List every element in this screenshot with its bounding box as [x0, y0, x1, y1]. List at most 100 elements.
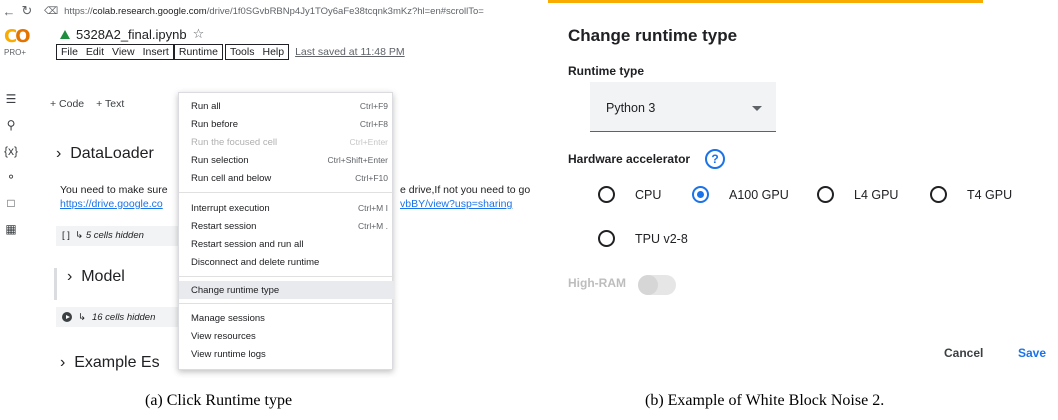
cancel-button[interactable]: Cancel	[944, 346, 983, 360]
colab-screenshot-panel: ← ↻ ⌫ https://colab.research.google.com/…	[0, 0, 530, 378]
markdown-text-left: You need to make sure	[60, 184, 168, 196]
menu-item-run-selection[interactable]: Run selection Ctrl+Shift+Enter	[179, 151, 394, 169]
colab-logo-icon: CO	[4, 26, 31, 47]
radio-l4-gpu[interactable]: L4 GPU	[817, 186, 898, 203]
menu-insert[interactable]: Insert	[139, 45, 173, 59]
menu-runtime[interactable]: Runtime	[173, 44, 223, 60]
section-example[interactable]: › Example Es	[60, 354, 160, 372]
radio-button-icon	[817, 186, 834, 203]
menu-group-right: Tools Help	[224, 44, 290, 60]
menu-item-run-all[interactable]: Run all Ctrl+F9	[179, 97, 394, 115]
colab-logo[interactable]: CO PRO+	[4, 26, 40, 58]
menu-item-restart-and-run-all[interactable]: Restart session and run all	[179, 235, 394, 253]
hardware-accelerator-label: Hardware accelerator	[568, 152, 691, 166]
menu-group-left: File Edit View Insert	[56, 44, 174, 60]
run-cell-icon[interactable]	[62, 312, 72, 322]
menu-help[interactable]: Help	[258, 45, 288, 59]
notebook-name[interactable]: 5328A2_final.ipynb	[76, 27, 187, 42]
menu-divider	[179, 276, 394, 277]
add-code-button[interactable]: + Code	[50, 98, 84, 110]
browser-address-bar: ← ↻ ⌫ https://colab.research.google.com/…	[0, 0, 530, 22]
menu-item-disconnect-delete-runtime[interactable]: Disconnect and delete runtime	[179, 253, 394, 271]
menu-item-view-resources[interactable]: View resources	[179, 327, 394, 345]
dialog-accent-line	[548, 0, 983, 3]
calendar-icon[interactable]: ▦	[0, 222, 22, 236]
radio-button-icon	[598, 230, 615, 247]
drive-link-left[interactable]: https://drive.google.co	[60, 198, 163, 210]
runtime-menu: Run all Ctrl+F9 Run before Ctrl+F8 Run the…	[178, 92, 394, 370]
chevron-right-icon: ›	[56, 145, 71, 162]
menu-item-run-focused-cell: Run the focused cell Ctrl+Enter	[191, 136, 388, 148]
left-sidebar: ☰ ⚲ {x} ⚬ □ ▦	[0, 92, 22, 292]
runtime-type-value: Python 3	[606, 101, 656, 115]
search-icon[interactable]: ⚲	[0, 118, 22, 132]
variables-icon[interactable]: {x}	[0, 144, 22, 158]
menu-divider	[179, 192, 394, 193]
help-icon[interactable]: ?	[705, 149, 725, 169]
radio-button-selected-icon	[692, 186, 709, 203]
notebook-title: 5328A2_final.ipynb ☆	[60, 26, 204, 42]
drive-link-right[interactable]: vbBY/view?usp=sharing	[400, 198, 512, 210]
menu-edit[interactable]: Edit	[82, 45, 108, 59]
runtime-type-select[interactable]: Python 3	[590, 82, 776, 132]
colab-header: CO PRO+ 5328A2_final.ipynb ☆ File Edit V…	[0, 24, 530, 64]
menu-item-run-before[interactable]: Run before Ctrl+F8	[179, 115, 394, 133]
menu-item-restart-session[interactable]: Restart session Ctrl+M .	[179, 217, 394, 235]
folder-icon[interactable]: □	[0, 196, 22, 210]
back-arrow-icon[interactable]: ←	[0, 4, 18, 19]
radio-tpu-v2-8[interactable]: TPU v2-8	[598, 230, 688, 247]
hidden-cells-icon: ↳	[75, 230, 84, 241]
high-ram-label: High-RAM	[568, 276, 626, 290]
chevron-right-icon: ›	[67, 268, 82, 285]
add-text-button[interactable]: + Text	[96, 98, 124, 110]
menu-divider	[179, 303, 394, 304]
menu-file[interactable]: File	[57, 45, 82, 59]
menu-item-manage-sessions[interactable]: Manage sessions	[179, 309, 394, 327]
menu-item-interrupt-execution[interactable]: Interrupt execution Ctrl+M I	[179, 199, 394, 217]
last-saved-link[interactable]: Last saved at 11:48 PM	[295, 46, 405, 58]
chevron-right-icon: ›	[60, 354, 75, 371]
menu-bar: File Edit View Insert Runtime Tools Help…	[56, 44, 405, 60]
cell-toolbar: + Code + Text	[50, 98, 124, 110]
star-icon[interactable]: ☆	[193, 26, 205, 42]
high-ram-toggle	[638, 275, 676, 295]
radio-label: A100 GPU	[729, 187, 789, 202]
menu-view[interactable]: View	[108, 45, 139, 59]
menu-item-run-cell-and-below[interactable]: Run cell and below Ctrl+F10	[179, 169, 394, 187]
change-runtime-dialog: Change runtime type Runtime type Python …	[548, 0, 1058, 378]
radio-a100-gpu[interactable]: A100 GPU	[692, 186, 789, 203]
save-button[interactable]: Save	[1018, 346, 1046, 360]
radio-label: T4 GPU	[967, 187, 1013, 202]
dialog-title: Change runtime type	[568, 26, 738, 45]
section-title: DataLoader	[70, 145, 154, 162]
section-title: Example Es	[74, 354, 160, 371]
caption-a: (a) Click Runtime type	[145, 392, 293, 409]
hidden-cells-count: 16 cells hidden	[91, 311, 156, 323]
section-title: Model	[81, 268, 125, 285]
section-model[interactable]: › Model	[54, 268, 184, 300]
runtime-type-label: Runtime type	[568, 64, 645, 78]
lock-icon: ⌫	[44, 5, 59, 17]
dropdown-arrow-icon	[752, 106, 762, 111]
radio-button-icon	[598, 186, 615, 203]
menu-item-change-runtime-type[interactable]: Change runtime type	[179, 281, 394, 299]
url-text[interactable]: https://colab.research.google.com/drive/…	[64, 6, 484, 17]
cell-brackets: [ ]	[62, 230, 70, 241]
section-dataloader[interactable]: › DataLoader	[56, 145, 154, 163]
drive-icon	[60, 29, 70, 39]
key-icon[interactable]: ⚬	[0, 170, 22, 184]
hidden-cells-row[interactable]: [ ] ↳ 5 cells hidden	[56, 226, 184, 246]
reload-icon[interactable]: ↻	[18, 3, 36, 19]
menu-tools[interactable]: Tools	[226, 45, 259, 59]
hidden-cells-row[interactable]: ↳ 16 cells hidden	[56, 307, 184, 327]
menu-item-view-runtime-logs[interactable]: View runtime logs	[179, 345, 394, 363]
radio-t4-gpu[interactable]: T4 GPU	[930, 186, 1012, 203]
radio-label: TPU v2-8	[635, 231, 688, 246]
markdown-text-right: e drive,If not you need to go	[400, 184, 530, 196]
toc-icon[interactable]: ☰	[0, 92, 22, 106]
hidden-cells-count: 5 cells hidden	[85, 230, 144, 241]
caption-b: (b) Example of White Block Noise 2.	[645, 392, 885, 409]
radio-button-icon	[930, 186, 947, 203]
radio-label: CPU	[635, 187, 662, 202]
radio-cpu[interactable]: CPU	[598, 186, 661, 203]
